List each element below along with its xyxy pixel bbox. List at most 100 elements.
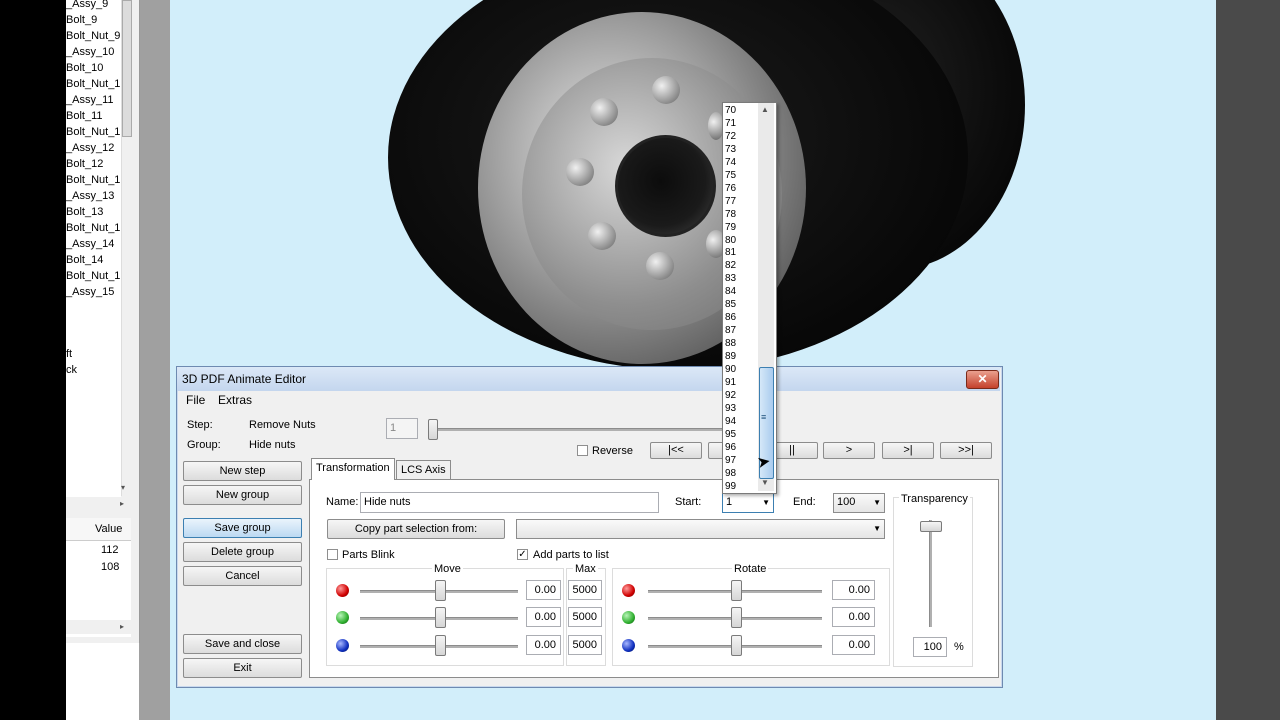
- dropdown-option[interactable]: 79: [725, 221, 736, 234]
- tree-scroll-thumb[interactable]: [122, 0, 132, 137]
- move-y-slider-thumb[interactable]: [435, 607, 446, 628]
- first-frame-button[interactable]: |<<: [650, 442, 702, 459]
- copy-part-selection-button[interactable]: Copy part selection from:: [327, 519, 505, 539]
- step-slider-track[interactable]: [430, 428, 760, 431]
- tab-lcs-axis[interactable]: LCS Axis: [396, 460, 451, 479]
- max-x-field[interactable]: 5000: [568, 580, 602, 600]
- rotate-y-slider-thumb[interactable]: [731, 607, 742, 628]
- dropdown-option[interactable]: 71: [725, 117, 736, 130]
- new-group-button[interactable]: New group: [183, 485, 302, 505]
- name-field[interactable]: Hide nuts: [360, 492, 659, 513]
- rotate-x-field[interactable]: 0.00: [832, 580, 875, 600]
- start-select[interactable]: 1 ▼: [722, 493, 774, 513]
- tree-item[interactable]: Bolt_Nut_1: [66, 270, 120, 282]
- max-z-field[interactable]: 5000: [568, 635, 602, 655]
- scroll-right-arrow-icon[interactable]: ▸: [120, 622, 124, 631]
- tab-transformation[interactable]: Transformation: [311, 458, 395, 480]
- menu-extras[interactable]: Extras: [218, 393, 252, 407]
- reverse-checkbox[interactable]: [577, 445, 588, 456]
- dropdown-option[interactable]: 75: [725, 169, 736, 182]
- move-z-slider-thumb[interactable]: [435, 635, 446, 656]
- dropdown-option[interactable]: 76: [725, 182, 736, 195]
- dropdown-option[interactable]: 85: [725, 298, 736, 311]
- end-select[interactable]: 100 ▼: [833, 493, 885, 513]
- tree-item[interactable]: _Assy_10: [66, 46, 114, 58]
- dropdown-option[interactable]: 83: [725, 272, 736, 285]
- dropdown-option[interactable]: 92: [725, 389, 736, 402]
- dropdown-option[interactable]: 87: [725, 324, 736, 337]
- transparency-slider-thumb[interactable]: [920, 521, 942, 532]
- dropdown-option[interactable]: 80: [725, 234, 736, 247]
- save-group-button[interactable]: Save group: [183, 518, 302, 538]
- tree-item[interactable]: Bolt_14: [66, 254, 103, 266]
- exit-button[interactable]: Exit: [183, 658, 302, 678]
- tree-item[interactable]: Bolt_Nut_1: [66, 174, 120, 186]
- dropdown-option[interactable]: 93: [725, 402, 736, 415]
- move-z-field[interactable]: 0.00: [526, 635, 561, 655]
- tree-item[interactable]: Bolt_Nut_1: [66, 126, 120, 138]
- dropdown-option[interactable]: 72: [725, 130, 736, 143]
- move-y-field[interactable]: 0.00: [526, 607, 561, 627]
- close-button[interactable]: ✕: [966, 370, 999, 389]
- tree-item[interactable]: Bolt_Nut_1: [66, 222, 120, 234]
- tree-item[interactable]: _Assy_11: [66, 94, 114, 106]
- tree-item[interactable]: _Assy_9: [66, 0, 108, 10]
- dropdown-option[interactable]: 88: [725, 337, 736, 350]
- dropdown-option[interactable]: 94: [725, 415, 736, 428]
- move-x-slider-thumb[interactable]: [435, 580, 446, 601]
- copy-from-select[interactable]: ▼: [516, 519, 885, 539]
- tree-item[interactable]: _Assy_13: [66, 190, 114, 202]
- step-slider-thumb[interactable]: [428, 419, 438, 440]
- dropdown-option[interactable]: 73: [725, 143, 736, 156]
- transparency-slider-track[interactable]: [929, 520, 932, 627]
- dropdown-option[interactable]: 90: [725, 363, 736, 376]
- dropdown-option[interactable]: 89: [725, 350, 736, 363]
- dropdown-option[interactable]: 96: [725, 441, 736, 454]
- new-step-button[interactable]: New step: [183, 461, 302, 481]
- next-button[interactable]: >|: [882, 442, 934, 459]
- dropdown-option[interactable]: 77: [725, 195, 736, 208]
- dropdown-option[interactable]: 81: [725, 246, 736, 259]
- scroll-up-arrow-icon[interactable]: ▲: [761, 105, 769, 114]
- scroll-right-arrow-icon[interactable]: ▸: [120, 499, 124, 508]
- dropdown-option[interactable]: 82: [725, 259, 736, 272]
- rotate-y-field[interactable]: 0.00: [832, 607, 875, 627]
- parts-blink-checkbox[interactable]: [327, 549, 338, 560]
- dropdown-option[interactable]: 70: [725, 104, 736, 117]
- move-x-field[interactable]: 0.00: [526, 580, 561, 600]
- tree-item[interactable]: Bolt_Nut_9: [66, 30, 120, 42]
- dropdown-option[interactable]: 86: [725, 311, 736, 324]
- save-and-close-button[interactable]: Save and close: [183, 634, 302, 654]
- rotate-x-slider-thumb[interactable]: [731, 580, 742, 601]
- tree-item[interactable]: _Assy_14: [66, 238, 114, 250]
- dropdown-option[interactable]: 98: [725, 467, 736, 480]
- dropdown-option[interactable]: 97: [725, 454, 736, 467]
- tree-item[interactable]: Bolt_10: [66, 62, 103, 74]
- tree-item[interactable]: Bolt_12: [66, 158, 103, 170]
- last-frame-button[interactable]: >>|: [940, 442, 992, 459]
- transparency-field[interactable]: 100: [913, 637, 947, 657]
- dropdown-option[interactable]: 84: [725, 285, 736, 298]
- tree-item[interactable]: Bolt_Nut_1: [66, 78, 120, 90]
- dropdown-option[interactable]: 91: [725, 376, 736, 389]
- cancel-button[interactable]: Cancel: [183, 566, 302, 586]
- scroll-down-arrow-icon[interactable]: ▾: [121, 483, 125, 492]
- tree-item[interactable]: Bolt_9: [66, 14, 97, 26]
- tree-item[interactable]: ft: [66, 348, 72, 360]
- scroll-down-arrow-icon[interactable]: ▼: [761, 478, 769, 487]
- tree-item[interactable]: _Assy_12: [66, 142, 114, 154]
- delete-group-button[interactable]: Delete group: [183, 542, 302, 562]
- dropdown-option[interactable]: 74: [725, 156, 736, 169]
- rotate-z-field[interactable]: 0.00: [832, 635, 875, 655]
- max-y-field[interactable]: 5000: [568, 607, 602, 627]
- tree-item[interactable]: _Assy_15: [66, 286, 114, 298]
- add-parts-checkbox[interactable]: ✓: [517, 549, 528, 560]
- dropdown-option[interactable]: 78: [725, 208, 736, 221]
- dropdown-option[interactable]: 99: [725, 480, 736, 493]
- tree-item[interactable]: Bolt_11: [66, 110, 103, 122]
- tree-item[interactable]: ck: [66, 364, 77, 376]
- rotate-z-slider-thumb[interactable]: [731, 635, 742, 656]
- play-button[interactable]: >: [823, 442, 875, 459]
- menu-file[interactable]: File: [186, 393, 205, 407]
- tree-item[interactable]: Bolt_13: [66, 206, 103, 218]
